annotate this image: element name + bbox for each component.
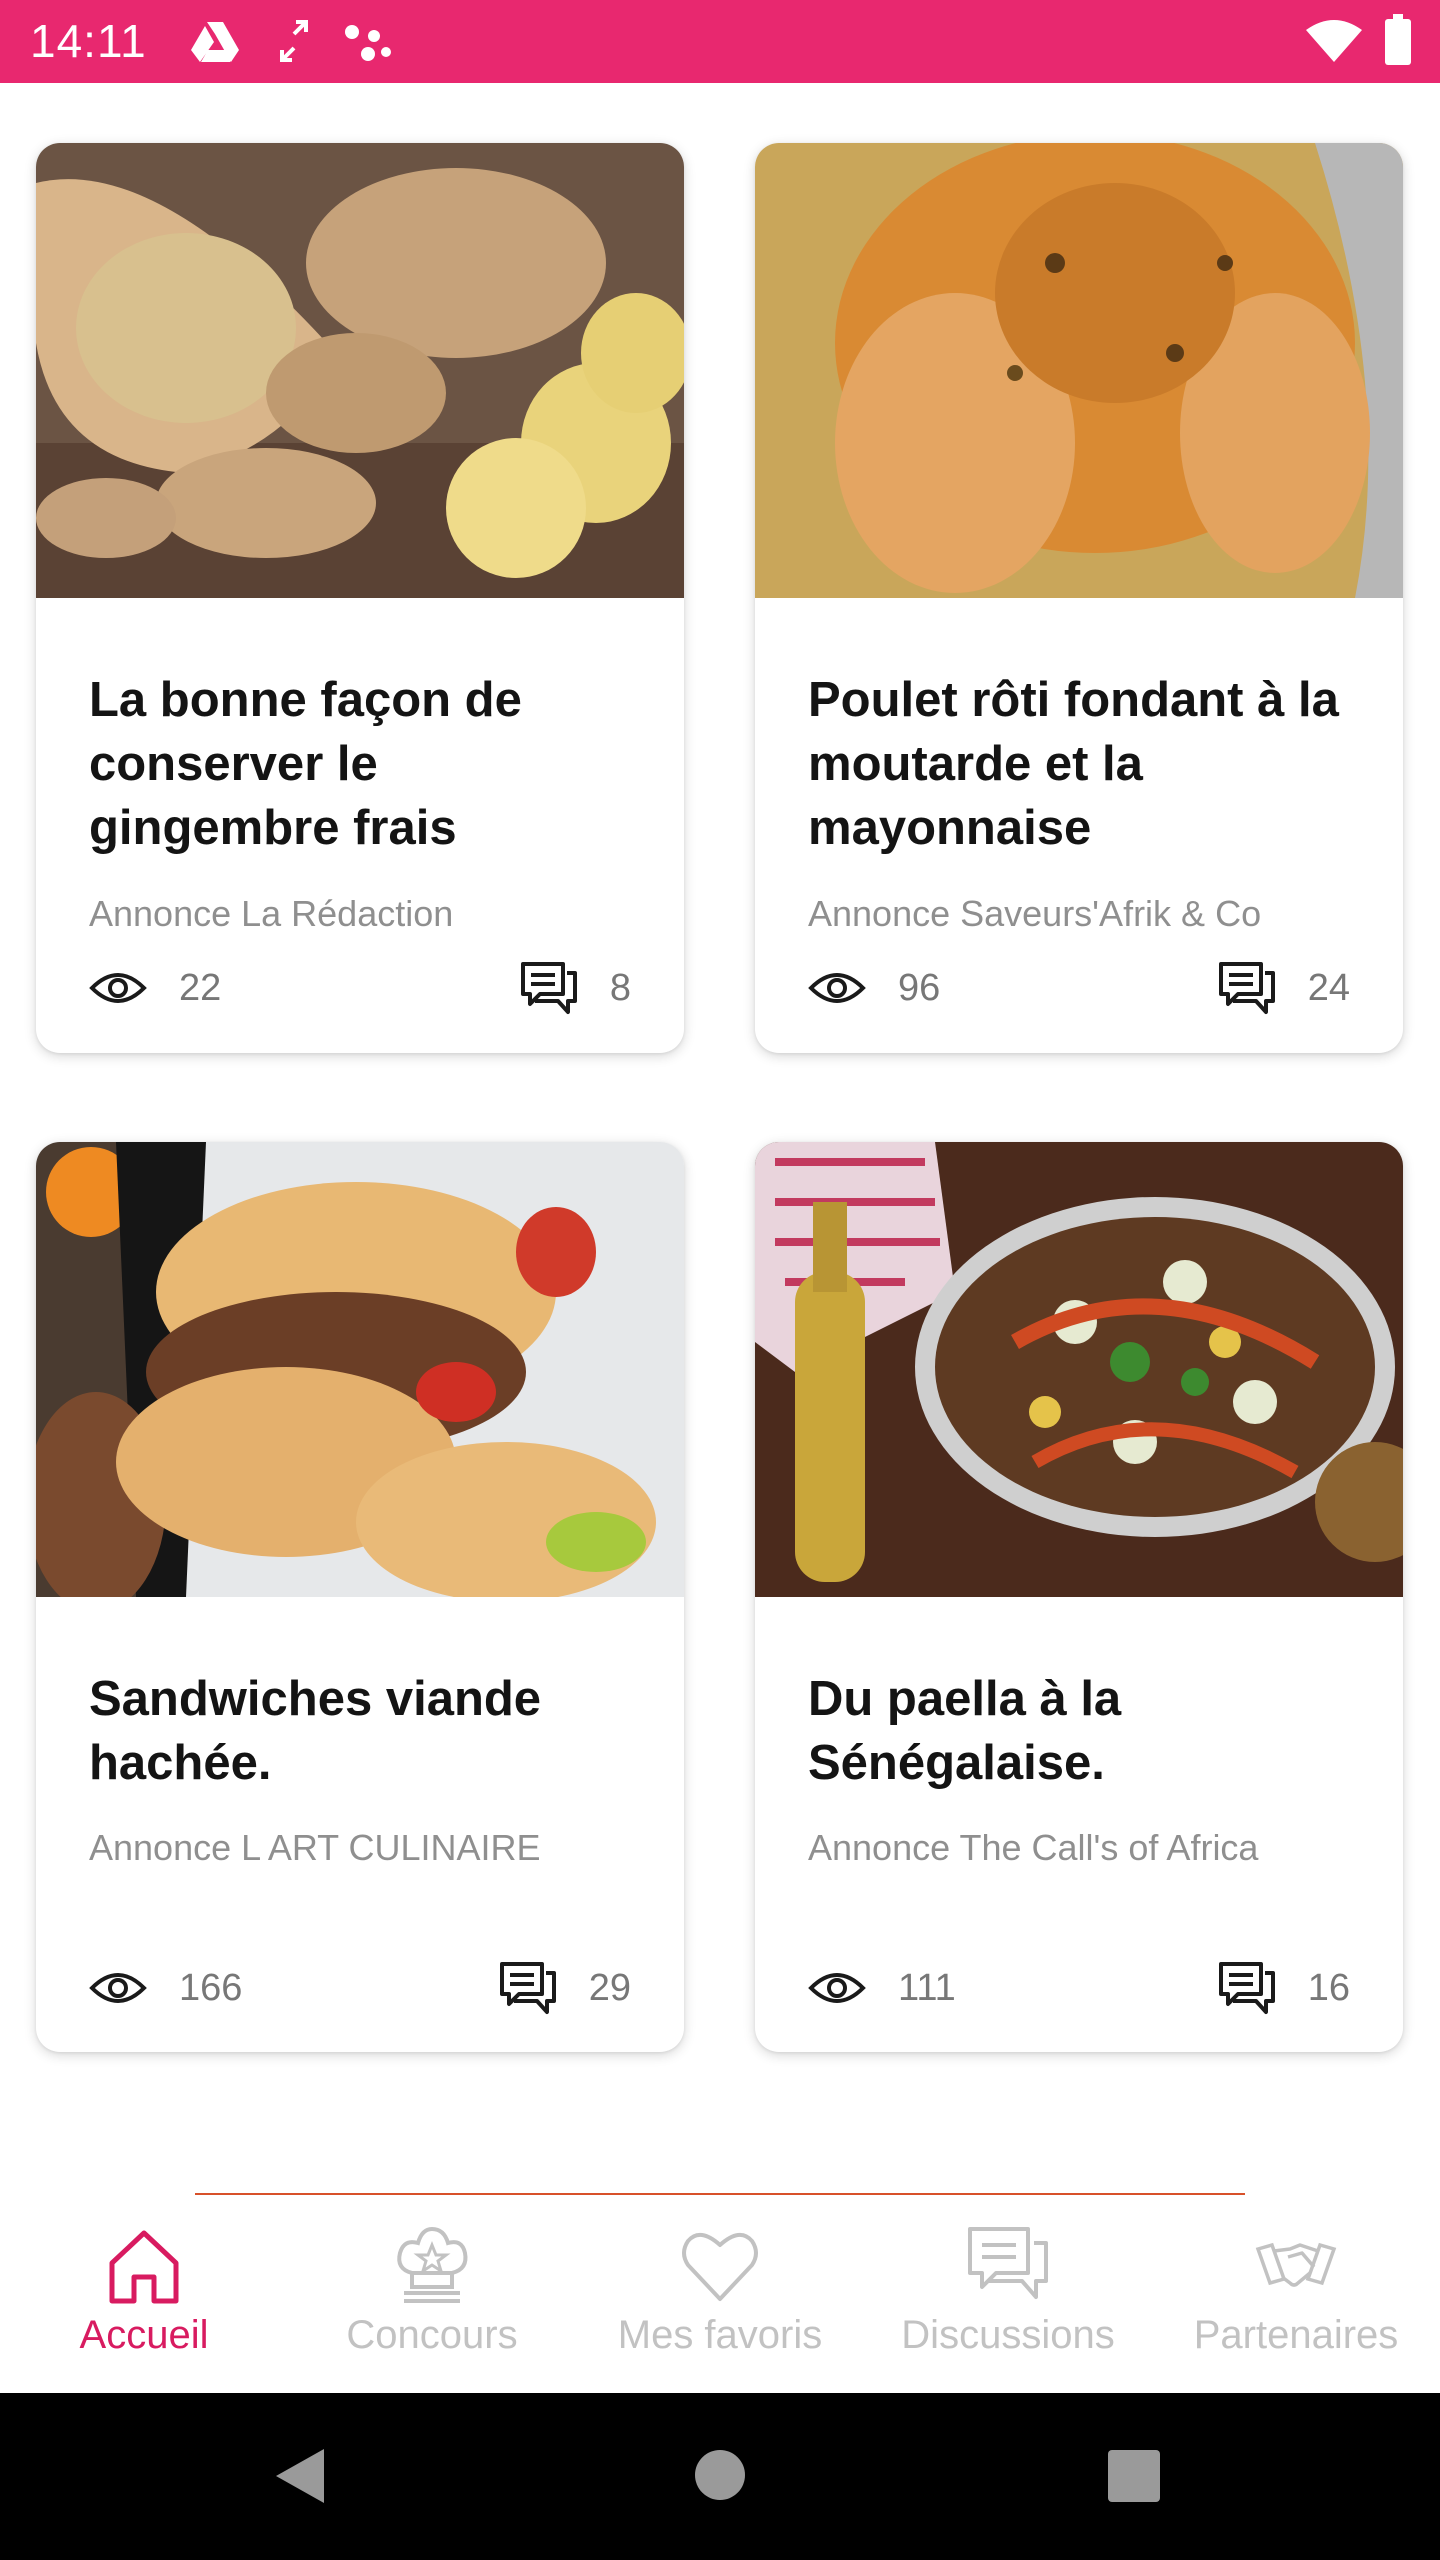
expand-icon xyxy=(280,20,308,62)
wifi-icon xyxy=(1306,20,1362,62)
status-bar: 14:11 xyxy=(0,0,1440,83)
article-author: Annonce L ART CULINAIRE xyxy=(89,1827,541,1868)
recents-icon[interactable] xyxy=(1108,2450,1160,2502)
article-title: Du paella à la Sénégalaise. xyxy=(808,1672,1122,1790)
article-title: Poulet rôti fondant à la moutarde et la … xyxy=(808,673,1339,855)
system-navigation-bar xyxy=(0,2393,1440,2560)
nav-item-mes-favoris[interactable]: Mes favoris xyxy=(576,2195,864,2393)
nav-item-accueil[interactable]: Accueil xyxy=(0,2195,288,2393)
comments-count: 16 xyxy=(1307,1966,1350,2009)
back-icon[interactable] xyxy=(272,2445,328,2507)
article-card[interactable]: Du paella à la Sénégalaise. Annonce The … xyxy=(755,1142,1403,2052)
views-count: 96 xyxy=(898,966,941,1009)
comments-stat: 24 xyxy=(1218,960,1350,1016)
nav-item-discussions[interactable]: Discussions xyxy=(864,2195,1152,2393)
eye-icon xyxy=(808,1973,866,2003)
nav-label: Discussions xyxy=(901,2313,1115,2357)
views-count: 111 xyxy=(898,1966,956,2009)
ginger-photo xyxy=(36,143,684,598)
views-count: 22 xyxy=(179,966,222,1009)
chat-icon xyxy=(1218,962,1275,1014)
chef-hat-icon xyxy=(397,2226,468,2303)
bottom-navigation: Accueil Concours Mes favoris Discussions… xyxy=(0,2195,1440,2393)
chat-icon xyxy=(1218,1962,1275,2014)
article-author: Annonce La Rédaction xyxy=(89,893,454,934)
nav-label: Concours xyxy=(346,2313,518,2357)
comments-stat: 16 xyxy=(1218,1960,1350,2016)
comments-stat: 8 xyxy=(520,960,631,1016)
views-stat: 111 xyxy=(808,1960,956,2016)
nav-label: Partenaires xyxy=(1193,2313,1399,2357)
comments-count: 29 xyxy=(588,1966,631,2009)
assistant-dots-icon xyxy=(345,25,391,61)
eye-icon xyxy=(808,973,866,1003)
status-time: 14:11 xyxy=(30,15,147,67)
heart-icon xyxy=(682,2233,758,2301)
drive-icon xyxy=(191,22,239,62)
handshake-icon xyxy=(1255,2242,1337,2287)
article-author: Annonce Saveurs'Afrik & Co xyxy=(808,893,1262,934)
article-card[interactable]: La bonne façon de conserver le gingembre… xyxy=(36,143,684,1053)
eye-icon xyxy=(89,973,147,1003)
article-card[interactable]: Sandwiches viande hachée. Annonce L ART … xyxy=(36,1142,684,2052)
nav-label: Accueil xyxy=(79,2313,209,2357)
sandwiches-photo xyxy=(36,1142,684,1597)
chat-icon xyxy=(499,1962,556,2014)
article-title: Sandwiches viande hachée. xyxy=(89,1672,542,1790)
views-stat: 96 xyxy=(808,960,940,1016)
nav-item-partenaires[interactable]: Partenaires xyxy=(1152,2195,1440,2393)
comments-count: 8 xyxy=(609,966,631,1009)
paella-photo xyxy=(755,1142,1403,1597)
nav-label: Mes favoris xyxy=(617,2313,823,2357)
roast-chicken-photo xyxy=(755,143,1403,598)
views-stat: 22 xyxy=(89,960,221,1016)
comments-count: 24 xyxy=(1307,966,1350,1009)
home-circle-icon[interactable] xyxy=(694,2449,746,2501)
article-card[interactable]: Poulet rôti fondant à la moutarde et la … xyxy=(755,143,1403,1053)
chat-icon xyxy=(520,962,577,1014)
comments-stat: 29 xyxy=(499,1960,631,2016)
views-count: 166 xyxy=(179,1966,243,2009)
article-title: La bonne façon de conserver le gingembre… xyxy=(89,673,522,855)
article-author: Annonce The Call's of Africa xyxy=(808,1827,1259,1868)
nav-item-concours[interactable]: Concours xyxy=(288,2195,576,2393)
eye-icon xyxy=(89,1973,147,2003)
views-stat: 166 xyxy=(89,1960,242,2016)
home-icon xyxy=(109,2230,179,2304)
chat-icon xyxy=(968,2227,1048,2299)
battery-icon xyxy=(1385,14,1411,65)
